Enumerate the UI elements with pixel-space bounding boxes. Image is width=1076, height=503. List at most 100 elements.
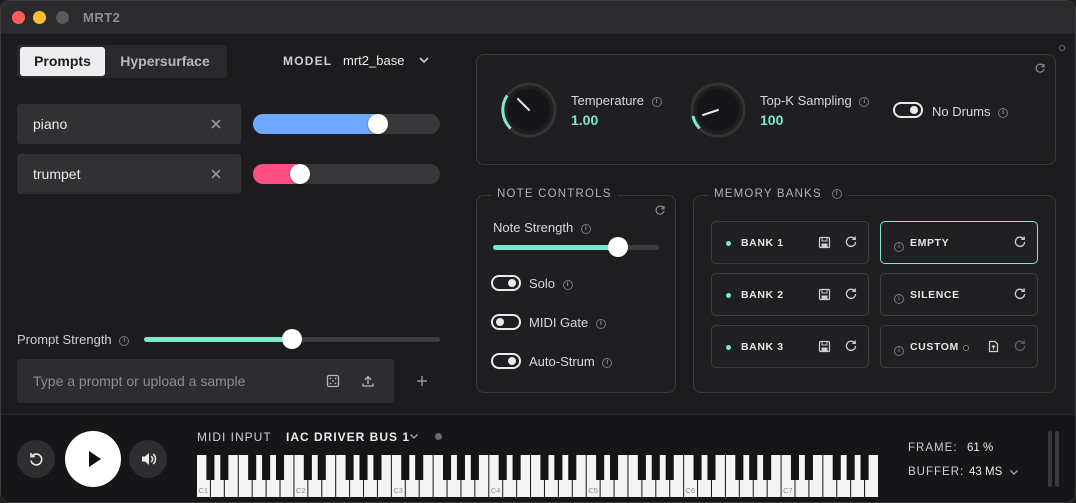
slider-thumb[interactable] [368,114,388,134]
prompt-chip-piano[interactable]: piano [17,104,241,144]
black-key[interactable] [610,455,619,480]
play-button[interactable] [65,431,121,487]
no-drums-toggle[interactable] [893,102,923,118]
black-key[interactable] [303,455,312,480]
reset-icon[interactable] [1013,287,1027,301]
minimize-window-button[interactable] [33,11,46,24]
black-key[interactable] [275,455,285,480]
black-key[interactable] [735,455,744,480]
prompt-chip-trumpet[interactable]: trumpet [17,154,241,194]
info-icon[interactable]: i [894,238,904,256]
prompt-weight-slider-trumpet[interactable] [253,164,440,184]
prompt-weight-slider-piano[interactable] [253,114,440,134]
dice-icon[interactable] [326,374,340,388]
black-key[interactable] [262,455,271,480]
prompt-input[interactable] [17,359,307,403]
slider-thumb[interactable] [608,237,628,257]
memory-bank-empty[interactable]: i EMPTY [880,221,1038,264]
close-icon[interactable] [209,117,223,131]
black-key[interactable] [832,455,841,480]
chevron-down-icon[interactable] [417,53,431,67]
memory-bank-2[interactable]: BANK 2 [711,273,869,316]
memory-bank-3[interactable]: BANK 3 [711,325,869,368]
black-key[interactable] [317,455,326,480]
black-key[interactable] [568,455,577,480]
black-key[interactable] [373,455,382,480]
info-icon[interactable]: i [651,96,662,107]
auto-strum-toggle[interactable] [491,353,521,369]
info-icon[interactable]: i [119,335,130,346]
black-key[interactable] [637,455,646,480]
note-strength-slider[interactable] [493,237,659,257]
memory-bank-1[interactable]: BANK 1 [711,221,869,264]
file-upload-icon[interactable] [987,340,1000,353]
close-window-button[interactable] [12,11,25,24]
reset-icon[interactable] [1013,339,1027,353]
piano-keyboard[interactable]: C1 C2 C3 C4 C5 C6 C7 [197,455,879,497]
volume-button[interactable] [129,440,167,478]
black-key[interactable] [540,455,549,480]
close-icon[interactable] [209,167,223,181]
black-key[interactable] [651,455,660,480]
add-icon[interactable] [415,374,429,388]
prompt-strength-slider[interactable] [144,329,440,349]
memory-bank-silence[interactable]: i SILENCE [880,273,1038,316]
reset-icon[interactable] [844,339,858,353]
black-key[interactable] [707,455,716,480]
info-icon[interactable]: i [562,279,573,290]
temperature-knob[interactable] [499,80,559,140]
black-key[interactable] [790,455,800,480]
black-key[interactable] [220,455,229,480]
info-icon[interactable]: i [859,96,870,107]
black-key[interactable] [415,455,424,480]
solo-toggle[interactable] [491,275,521,291]
black-key[interactable] [554,455,563,480]
black-key[interactable] [248,455,257,480]
black-key[interactable] [860,455,869,480]
save-icon[interactable] [818,340,831,353]
settings-icon[interactable] [1058,44,1066,52]
slider-thumb[interactable] [282,329,302,349]
black-key[interactable] [846,455,855,480]
restart-button[interactable] [17,440,55,478]
buffer-select[interactable]: 43 MS [969,466,1002,478]
midi-input-select[interactable]: IAC DRIVER BUS 1 [286,430,410,444]
slider-thumb[interactable] [290,164,310,184]
black-key[interactable] [693,455,702,480]
info-icon[interactable]: i [832,188,843,199]
info-icon[interactable]: i [602,357,613,368]
reset-icon[interactable] [844,235,858,249]
black-key[interactable] [359,455,368,480]
black-key[interactable] [596,455,605,480]
black-key[interactable] [749,455,758,480]
black-key[interactable] [442,455,452,480]
model-select-value[interactable]: mrt2_base [343,53,404,68]
zoom-window-button[interactable] [56,11,69,24]
reset-icon[interactable] [1034,63,1046,75]
info-icon[interactable]: i [998,107,1009,118]
black-key[interactable] [206,455,215,480]
info-icon[interactable]: i [894,342,904,360]
midi-gate-toggle[interactable] [491,314,521,330]
upload-icon[interactable] [361,374,375,388]
black-key[interactable] [470,455,479,480]
black-key[interactable] [763,455,772,480]
black-key[interactable] [498,455,507,480]
black-key[interactable] [401,455,410,480]
black-key[interactable] [665,455,674,480]
black-key[interactable] [456,455,465,480]
top-k-knob[interactable] [688,80,748,140]
reset-icon[interactable] [1013,235,1027,249]
chevron-down-icon[interactable] [1008,466,1020,478]
chevron-down-icon[interactable] [408,430,420,442]
save-icon[interactable] [818,236,831,249]
info-icon[interactable]: i [595,318,606,329]
info-icon[interactable]: i [894,290,904,308]
reset-icon[interactable] [654,205,666,217]
save-icon[interactable] [818,288,831,301]
reset-icon[interactable] [844,287,858,301]
tab-hypersurface[interactable]: Hypersurface [109,47,221,76]
black-key[interactable] [512,455,521,480]
tab-prompts[interactable]: Prompts [20,47,105,76]
black-key[interactable] [345,455,354,480]
